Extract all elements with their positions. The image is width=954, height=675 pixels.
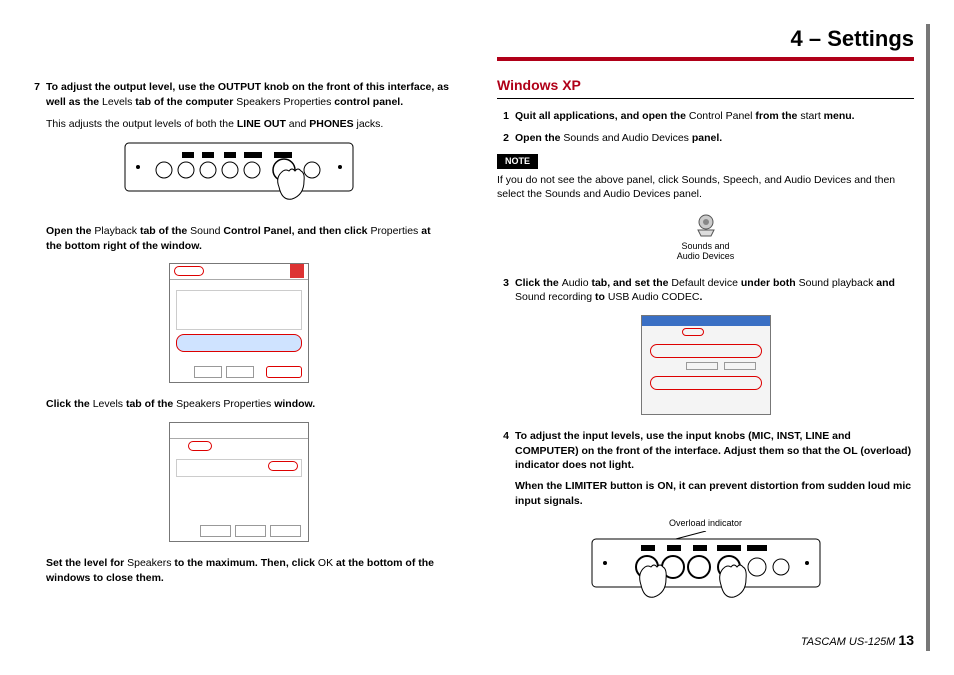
figure-sounds-icon: Sounds and Audio Devices bbox=[497, 212, 914, 262]
para-open-playback: Open the Playback tab of the Sound Contr… bbox=[46, 224, 449, 253]
step-3: 3 Click the Audio tab, and set the Defau… bbox=[497, 276, 914, 305]
right-edge-bar bbox=[926, 24, 930, 651]
right-body: Windows XP 1 Quit all applications, and … bbox=[497, 76, 914, 603]
page-title: 4 – Settings bbox=[497, 24, 914, 55]
section-heading: Windows XP bbox=[497, 76, 914, 99]
note-badge: NOTE bbox=[497, 154, 538, 169]
note-body: If you do not see the above panel, click… bbox=[497, 173, 914, 202]
step-number: 7 bbox=[28, 80, 46, 109]
step-2: 2 Open the Sounds and Audio Devices pane… bbox=[497, 131, 914, 146]
overload-caption: Overload indicator bbox=[497, 517, 914, 530]
figure-speakers-properties bbox=[28, 422, 449, 542]
figure-sound-panel bbox=[28, 263, 449, 383]
left-column: 7 To adjust the output level, use the OU… bbox=[0, 0, 477, 675]
right-column: 4 – Settings Windows XP 1 Quit all appli… bbox=[477, 0, 954, 675]
step-4: 4 To adjust the input levels, use the in… bbox=[497, 429, 914, 508]
page-header: 4 – Settings bbox=[497, 24, 914, 61]
para-click-levels: Click the Levels tab of the Speakers Pro… bbox=[46, 397, 449, 412]
page: 7 To adjust the output level, use the OU… bbox=[0, 0, 954, 675]
step-body: To adjust the output level, use the OUTP… bbox=[46, 80, 449, 109]
step-7-sub: This adjusts the output levels of both t… bbox=[46, 117, 449, 132]
figure-device-output bbox=[28, 142, 449, 210]
step-1: 1 Quit all applications, and open the Co… bbox=[497, 109, 914, 124]
speaker-icon bbox=[692, 212, 720, 240]
figure-device-ol bbox=[497, 531, 914, 603]
page-footer: TASCAM US-125M 13 bbox=[801, 631, 914, 651]
para-set-level: Set the level for Speakers to the maximu… bbox=[46, 556, 449, 585]
figure-audio-devices-props bbox=[497, 315, 914, 415]
step-7: 7 To adjust the output level, use the OU… bbox=[28, 80, 449, 109]
